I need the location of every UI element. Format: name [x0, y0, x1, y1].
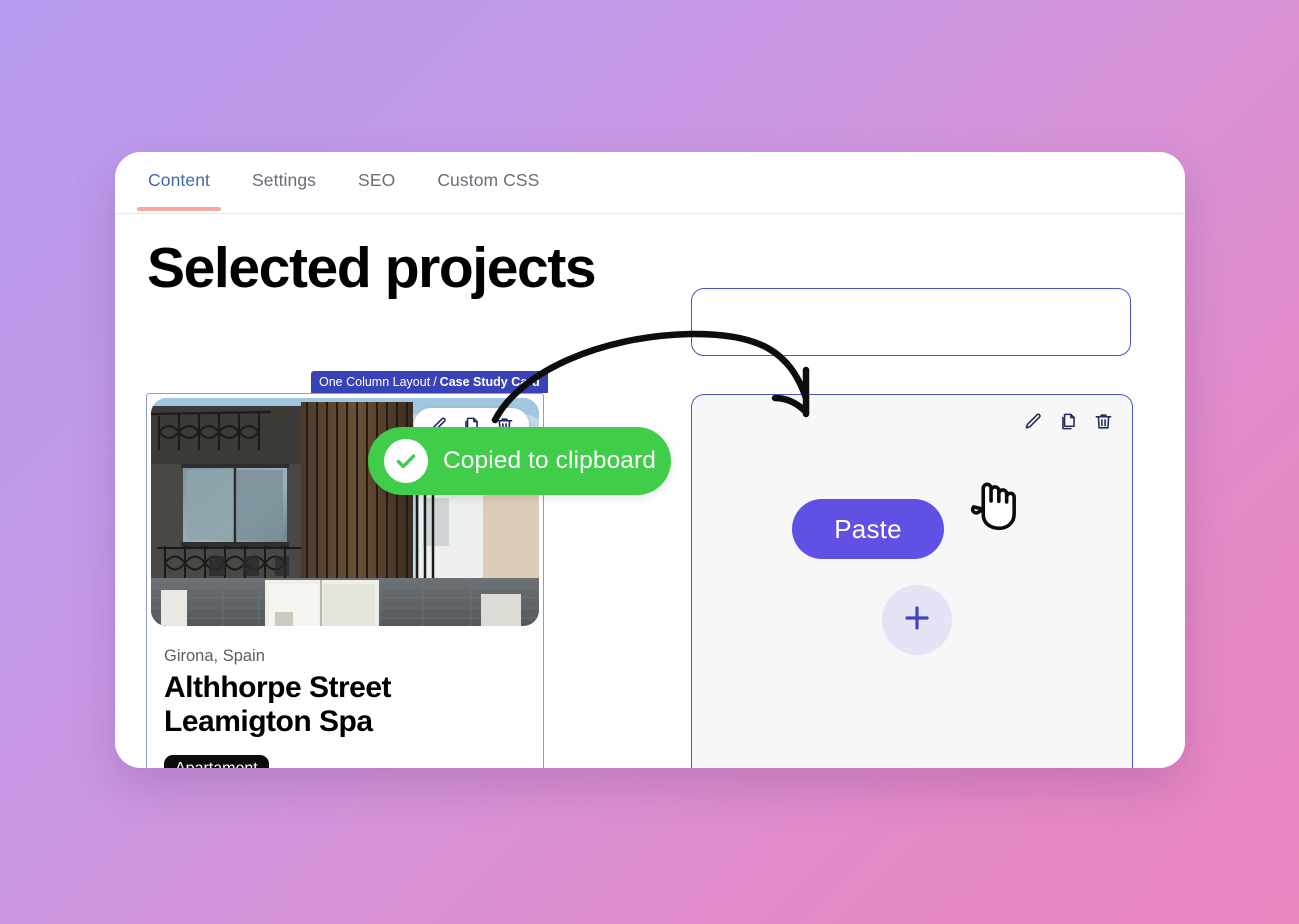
- tab-seo-label: SEO: [358, 170, 396, 190]
- paste-button[interactable]: Paste: [792, 499, 944, 559]
- card-tag: Apartament: [164, 755, 269, 768]
- tab-settings-label: Settings: [252, 170, 317, 190]
- panel-toolbar[interactable]: [1024, 412, 1113, 431]
- edit-pencil-icon[interactable]: [1024, 412, 1043, 431]
- check-circle-icon: [384, 439, 428, 483]
- duplicate-icon[interactable]: [1059, 412, 1078, 431]
- toast-message: Copied to clipboard: [443, 447, 657, 474]
- tab-content[interactable]: Content: [127, 170, 231, 211]
- layout-badge-prefix: One Column Layout: [319, 375, 431, 389]
- delete-trash-icon[interactable]: [1094, 412, 1113, 431]
- toast-notification: Copied to clipboard: [368, 427, 671, 495]
- tab-custom-css[interactable]: Custom CSS: [416, 170, 560, 211]
- tab-custom-css-label: Custom CSS: [437, 170, 540, 190]
- add-block-button[interactable]: [882, 585, 952, 655]
- layout-badge: One Column Layout / Case Study Card: [311, 371, 548, 393]
- card-heading: Althhorpe Street Leamigton Spa: [164, 671, 392, 739]
- tab-settings[interactable]: Settings: [231, 170, 337, 211]
- layout-badge-separator: /: [433, 375, 437, 389]
- card-meta: Girona, Spain Althhorpe Street Leamigton…: [164, 647, 530, 768]
- card-location: Girona, Spain: [164, 647, 265, 665]
- layout-badge-name: Case Study Card: [439, 375, 540, 389]
- tab-bar: Content Settings SEO Custom CSS: [115, 152, 1185, 214]
- tab-content-label: Content: [148, 170, 210, 190]
- empty-drop-panel[interactable]: Paste: [691, 394, 1133, 768]
- plus-icon: [901, 602, 933, 639]
- empty-block-field[interactable]: [691, 288, 1131, 356]
- tab-seo[interactable]: SEO: [337, 170, 416, 211]
- page-title: Selected projects: [147, 236, 597, 300]
